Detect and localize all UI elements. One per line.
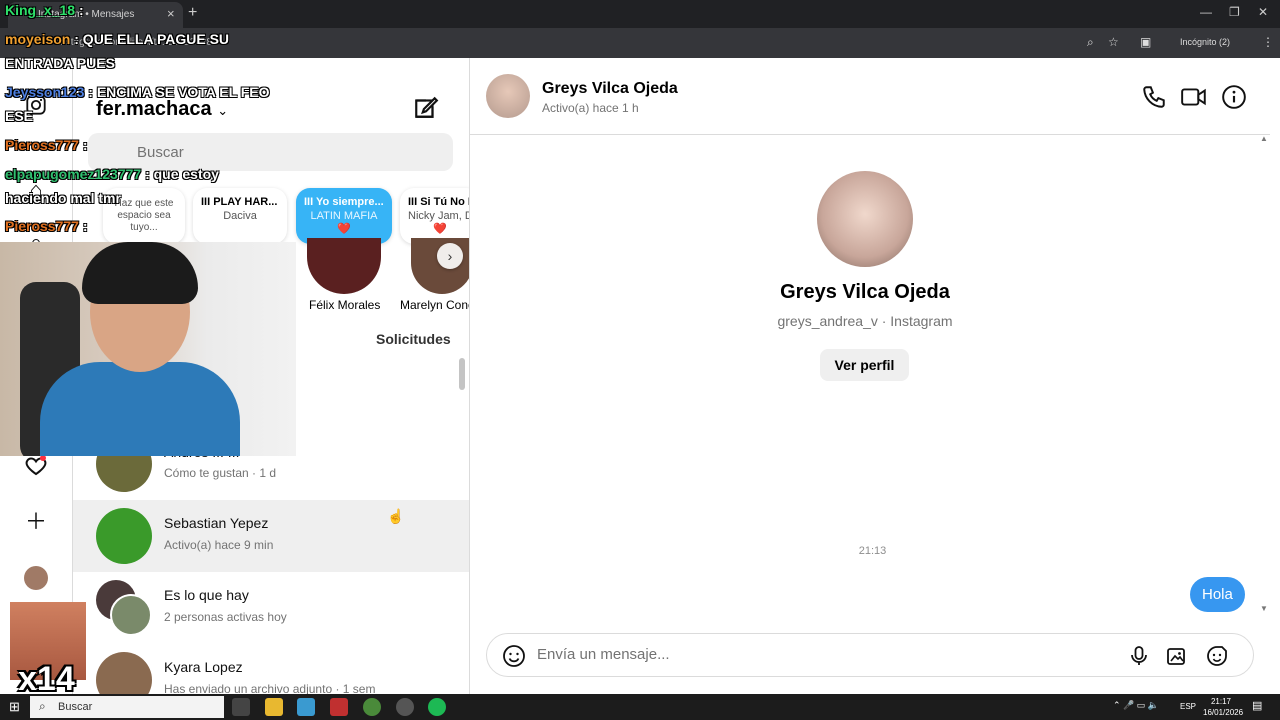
- stream-chat-line: haciendo mal tmr: [5, 190, 121, 206]
- story-name: Marelyn Conc: [400, 298, 470, 312]
- avatar[interactable]: [486, 74, 530, 118]
- chevron-right-icon[interactable]: ›: [437, 243, 463, 269]
- scroll-up-icon[interactable]: ▲: [1260, 134, 1268, 143]
- taskbar-search[interactable]: ⌕ Buscar: [30, 696, 224, 718]
- message-input[interactable]: Envía un mensaje...: [537, 646, 670, 663]
- conversation-name: Kyara Lopez: [164, 659, 243, 675]
- conversation-preview: Has enviado un archivo adjunto · 1 sem: [164, 682, 376, 694]
- conversation-row[interactable]: Kyara Lopez Has enviado un archivo adjun…: [73, 644, 469, 694]
- profile-name: Greys Vilca Ojeda: [780, 281, 950, 303]
- menu-dots-icon[interactable]: ⋮: [1262, 35, 1274, 49]
- app-icon[interactable]: [330, 698, 348, 716]
- conversation-name: Sebastian Yepez: [164, 515, 269, 531]
- stream-chat-line: Pieross777 :: [5, 137, 88, 153]
- minimize-icon[interactable]: —: [1200, 5, 1212, 19]
- avatar: [96, 508, 152, 564]
- chevron-down-icon: ⌄: [217, 103, 229, 118]
- chat-title[interactable]: Greys Vilca Ojeda: [542, 80, 678, 98]
- language-indicator[interactable]: ESP: [1180, 702, 1196, 711]
- stream-chat-line: Jeysson123 : ENCIMA SE VOTA EL FEO: [5, 84, 270, 100]
- file-explorer-icon[interactable]: [265, 698, 283, 716]
- stream-chat-line: Pieross777 :: [5, 218, 88, 234]
- story-name: Félix Morales: [309, 298, 381, 312]
- close-window-icon[interactable]: ✕: [1258, 5, 1268, 19]
- webcam-hair: [82, 242, 198, 304]
- conversation-row[interactable]: Sebastian Yepez Activo(a) hace 9 min: [73, 500, 469, 572]
- tray-icons[interactable]: ⌃ 🎤 ▭ 🔈: [1113, 700, 1159, 711]
- clock[interactable]: 21:17 16/01/2026: [1203, 696, 1243, 718]
- scroll-down-icon[interactable]: ▼: [1260, 604, 1268, 613]
- requests-link[interactable]: Solicitudes: [376, 331, 451, 347]
- conversation-preview: Activo(a) hace 9 min: [164, 538, 274, 552]
- conversation-name: Es lo que hay: [164, 587, 249, 603]
- hand-cursor-icon: ☝: [387, 508, 405, 524]
- spotify-icon[interactable]: [428, 698, 446, 716]
- note-music-2[interactable]: III Yo siempre... LATIN MAFIA ❤️: [296, 188, 392, 244]
- message-composer[interactable]: Envía un mensaje...: [486, 633, 1254, 677]
- chat-pane: Greys Vilca Ojeda Activo(a) hace 1 h ▲ G…: [470, 58, 1280, 694]
- profile-avatar[interactable]: [817, 171, 913, 267]
- phone-icon[interactable]: [1141, 84, 1167, 110]
- search-placeholder: Buscar: [137, 144, 184, 161]
- webcam-person: [40, 362, 240, 456]
- story-avatar[interactable]: [307, 238, 381, 294]
- incognito-badge[interactable]: Incógnito (2): [1180, 37, 1230, 47]
- profile-avatar-icon[interactable]: [24, 566, 48, 590]
- message-timestamp: 21:13: [858, 545, 887, 557]
- compose-icon[interactable]: [413, 94, 439, 120]
- task-view-icon[interactable]: [232, 698, 250, 716]
- taskbar: ⊞ ⌕ Buscar ⌃ 🎤 ▭ 🔈 ESP 21:17 16/01/2026 …: [0, 694, 1280, 720]
- stream-chat-line: King_x_18 :: [5, 2, 84, 18]
- sticker-icon[interactable]: [1205, 644, 1229, 668]
- avatar: [110, 594, 152, 636]
- emoji-icon[interactable]: [502, 644, 526, 668]
- chat-status: Activo(a) hace 1 h: [542, 101, 639, 115]
- plus-icon[interactable]: ＋: [24, 510, 48, 534]
- search-icon: ⌕: [39, 699, 46, 713]
- stream-chat-line: ENTRADA PUES: [5, 55, 115, 71]
- stream-chat-line: elpapugomez123777 : que estoy: [5, 166, 219, 182]
- webcam-overlay: [0, 242, 296, 456]
- conversation-preview: Cómo te gustan · 1 d: [164, 466, 277, 480]
- avatar: [96, 652, 152, 694]
- browser-tabbar: Instagram • Mensajes × + — ❐ ✕: [0, 0, 1280, 28]
- restore-icon[interactable]: ❐: [1229, 5, 1240, 19]
- info-icon[interactable]: [1221, 84, 1247, 110]
- zoom-icon[interactable]: ⌕: [1087, 35, 1094, 50]
- app-icon[interactable]: [297, 698, 315, 716]
- tab-search-icon[interactable]: ▣: [1140, 35, 1151, 49]
- heart-emoji-icon: ❤️: [433, 223, 447, 235]
- emote-counter: x14: [18, 660, 75, 698]
- taskbar-search-label: Buscar: [58, 701, 93, 713]
- account-switcher[interactable]: fer.machaca ⌄: [96, 98, 228, 121]
- stream-chat-line: moyeison : QUE ELLA PAGUE SU: [5, 31, 230, 47]
- heart-emoji-icon: ❤️: [337, 223, 351, 235]
- video-icon[interactable]: [1180, 84, 1206, 110]
- new-tab-icon[interactable]: +: [188, 4, 197, 22]
- heart-icon[interactable]: [24, 454, 48, 478]
- stream-chat-line: ESE: [5, 108, 34, 124]
- chrome-icon[interactable]: [363, 698, 381, 716]
- conversation-preview: 2 personas activas hoy: [164, 610, 287, 624]
- image-icon[interactable]: [1165, 644, 1189, 668]
- windows-start-icon[interactable]: ⊞: [9, 699, 20, 715]
- message-bubble[interactable]: Hola: [1190, 577, 1245, 612]
- microphone-icon[interactable]: [1127, 644, 1151, 668]
- note-music-1[interactable]: III PLAY HAR... Daciva: [193, 188, 287, 244]
- chat-header: Greys Vilca Ojeda Activo(a) hace 1 h: [470, 58, 1270, 135]
- conversation-row[interactable]: Es lo que hay 2 personas activas hoy: [73, 572, 469, 644]
- obs-icon[interactable]: [396, 698, 414, 716]
- note-music-3[interactable]: III Si Tú No E Nicky Jam, D ❤️: [400, 188, 469, 244]
- notifications-icon[interactable]: ▤: [1252, 699, 1262, 712]
- bookmark-star-icon[interactable]: ☆: [1108, 35, 1119, 49]
- profile-handle: greys_andrea_v · Instagram: [777, 313, 953, 329]
- scrollbar[interactable]: [459, 358, 465, 390]
- view-profile-button[interactable]: Ver perfil: [820, 349, 909, 381]
- close-tab-icon[interactable]: ×: [167, 6, 175, 21]
